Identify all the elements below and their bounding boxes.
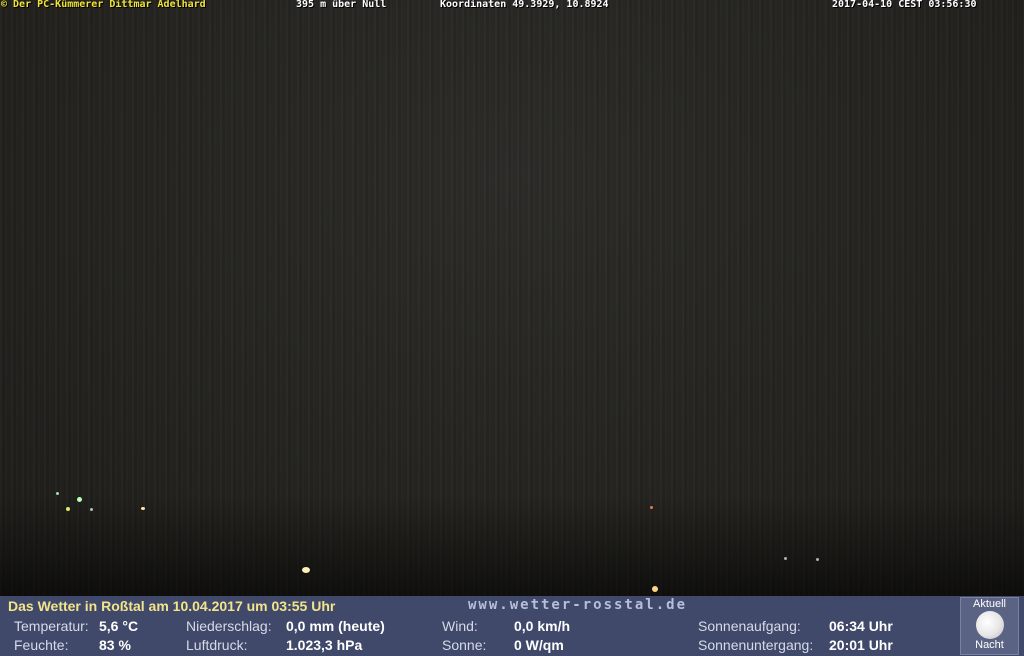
- moon-phase-bottom-label: Nacht: [975, 639, 1004, 651]
- wind-value: 0,0 km/h: [514, 618, 571, 634]
- humidity-value: 83 %: [99, 637, 131, 653]
- humidity-label: Feuchte:: [14, 637, 69, 653]
- webcam-info-overlay: © Der PC-Kümmerer Dittmar Adelhard 395 m…: [0, 0, 1024, 11]
- town-light: [652, 586, 658, 592]
- sunrise-value: 06:34 Uhr: [829, 618, 893, 634]
- temperature-label: Temperatur:: [14, 618, 89, 634]
- copyright-text: © Der PC-Kümmerer Dittmar Adelhard: [1, 0, 206, 10]
- sunrise-label: Sonnenaufgang:: [698, 618, 801, 634]
- moon-phase-box: Aktuell Nacht: [960, 597, 1019, 655]
- sun-label: Sonne:: [442, 637, 487, 653]
- wind-label: Wind:: [442, 618, 478, 634]
- moon-phase-top-label: Aktuell: [972, 598, 1007, 610]
- sunset-value: 20:01 Uhr: [829, 637, 893, 653]
- town-light: [66, 507, 70, 511]
- town-light: [77, 497, 82, 502]
- town-light: [141, 507, 145, 510]
- ground-shadow: [0, 495, 1024, 596]
- town-light: [784, 557, 787, 560]
- weather-headline: Das Wetter in Roßtal am 10.04.2017 um 03…: [8, 598, 336, 614]
- temperature-value: 5,6 °C: [99, 618, 139, 634]
- weather-panel: Das Wetter in Roßtal am 10.04.2017 um 03…: [0, 596, 1024, 656]
- town-light: [56, 492, 59, 495]
- pressure-label: Luftdruck:: [186, 637, 248, 653]
- pressure-value: 1.023,3 hPa: [286, 637, 363, 653]
- town-light: [90, 508, 93, 511]
- timestamp-text: 2017-04-10 CEST 03:56:30: [832, 0, 977, 10]
- precipitation-value: 0,0 mm (heute): [286, 618, 385, 634]
- sunset-label: Sonnenuntergang:: [698, 637, 814, 653]
- altitude-text: 395 m über Null: [296, 0, 387, 10]
- town-light: [302, 567, 310, 573]
- town-light: [816, 558, 819, 561]
- webcam-night-image: [0, 0, 1024, 596]
- sun-value: 0 W/qm: [514, 637, 564, 653]
- precipitation-label: Niederschlag:: [186, 618, 272, 634]
- town-light: [650, 506, 653, 509]
- website-link[interactable]: www.wetter-rosstal.de: [468, 597, 687, 613]
- full-moon-icon: [975, 611, 1004, 639]
- coordinates-text: Koordinaten 49.3929, 10.8924: [440, 0, 609, 10]
